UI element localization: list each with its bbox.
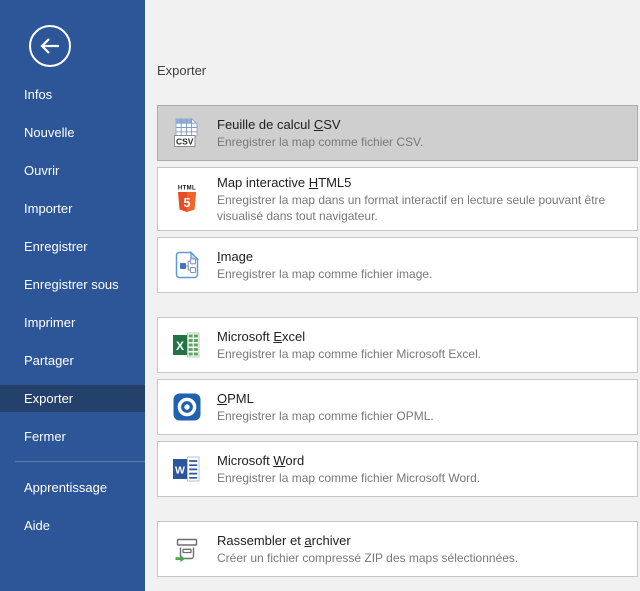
export-option-description: Enregistrer la map dans un format intera…	[217, 192, 627, 224]
sidebar: Infos Nouvelle Ouvrir Importer Enregistr…	[0, 0, 145, 591]
export-option-pack-and-archive[interactable]: Rassembler et archiver Créer un fichier …	[157, 521, 638, 577]
export-option-image[interactable]: Image Enregistrer la map comme fichier i…	[157, 237, 638, 293]
export-option-description: Enregistrer la map comme fichier Microso…	[217, 346, 627, 362]
image-file-icon	[171, 249, 203, 281]
sidebar-item-imprimer[interactable]: Imprimer	[0, 309, 145, 336]
page-title: Exporter	[157, 63, 640, 79]
export-option-description: Enregistrer la map comme fichier CSV.	[217, 134, 627, 150]
export-option-title: OPML	[217, 390, 627, 407]
export-option-text: Microsoft Excel Enregistrer la map comme…	[217, 328, 627, 362]
sidebar-item-nouvelle[interactable]: Nouvelle	[0, 119, 145, 146]
csv-icon-label: CSV	[176, 136, 194, 146]
export-option-description: Enregistrer la map comme fichier image.	[217, 266, 627, 282]
export-option-html5[interactable]: HTML 5 Map interactive HTML5 Enregistrer…	[157, 167, 638, 231]
export-option-text: Microsoft Word Enregistrer la map comme …	[217, 452, 627, 486]
export-option-title: Image	[217, 248, 627, 265]
excel-icon-letter: X	[176, 339, 184, 353]
export-option-text: Map interactive HTML5 Enregistrer la map…	[217, 174, 627, 224]
html5-icon-label: HTML	[178, 186, 196, 192]
archive-zip-icon	[171, 533, 203, 565]
export-option-title: Microsoft Word	[217, 452, 627, 469]
sidebar-item-fermer[interactable]: Fermer	[0, 423, 145, 450]
back-button-container	[0, 25, 145, 81]
csv-spreadsheet-icon: CSV	[171, 117, 203, 149]
html5-icon-number: 5	[184, 196, 191, 210]
sidebar-item-partager[interactable]: Partager	[0, 347, 145, 374]
export-option-description: Créer un fichier compressé ZIP des maps …	[217, 550, 627, 566]
export-option-description: Enregistrer la map comme fichier OPML.	[217, 408, 627, 424]
export-option-text: Image Enregistrer la map comme fichier i…	[217, 248, 627, 282]
export-option-csv[interactable]: CSV Feuille de calcul CSV Enregistrer la…	[157, 105, 638, 161]
export-option-text: OPML Enregistrer la map comme fichier OP…	[217, 390, 627, 424]
html5-icon: HTML 5	[171, 183, 203, 215]
sidebar-item-ouvrir[interactable]: Ouvrir	[0, 157, 145, 184]
sidebar-item-enregistrer[interactable]: Enregistrer	[0, 233, 145, 260]
export-panel: Exporter CSV Feuille de calcul CSV Enreg…	[145, 0, 640, 591]
opml-icon	[171, 391, 203, 423]
sidebar-item-aide[interactable]: Aide	[0, 512, 145, 539]
export-option-word[interactable]: W Microsoft Word Enregistrer la map comm…	[157, 441, 638, 497]
word-icon: W	[171, 453, 203, 485]
export-option-title: Rassembler et archiver	[217, 532, 627, 549]
word-icon-letter: W	[175, 465, 185, 477]
backstage-view: Infos Nouvelle Ouvrir Importer Enregistr…	[0, 0, 640, 591]
back-arrow-icon	[37, 33, 63, 59]
export-option-title: Feuille de calcul CSV	[217, 116, 627, 133]
sidebar-item-apprentissage[interactable]: Apprentissage	[0, 474, 145, 501]
sidebar-item-infos[interactable]: Infos	[0, 81, 145, 108]
export-option-excel[interactable]: X Microsoft Excel Enregistrer la map com…	[157, 317, 638, 373]
export-option-opml[interactable]: OPML Enregistrer la map comme fichier OP…	[157, 379, 638, 435]
excel-icon: X	[171, 329, 203, 361]
export-option-title: Microsoft Excel	[217, 328, 627, 345]
export-option-text: Rassembler et archiver Créer un fichier …	[217, 532, 627, 566]
sidebar-item-importer[interactable]: Importer	[0, 195, 145, 222]
sidebar-item-enregistrer-sous[interactable]: Enregistrer sous	[0, 271, 145, 298]
export-option-text: Feuille de calcul CSV Enregistrer la map…	[217, 116, 627, 150]
back-button[interactable]	[29, 25, 71, 67]
export-option-title: Map interactive HTML5	[217, 174, 627, 191]
sidebar-item-exporter[interactable]: Exporter	[0, 385, 145, 412]
sidebar-divider	[15, 461, 145, 462]
export-option-description: Enregistrer la map comme fichier Microso…	[217, 470, 627, 486]
